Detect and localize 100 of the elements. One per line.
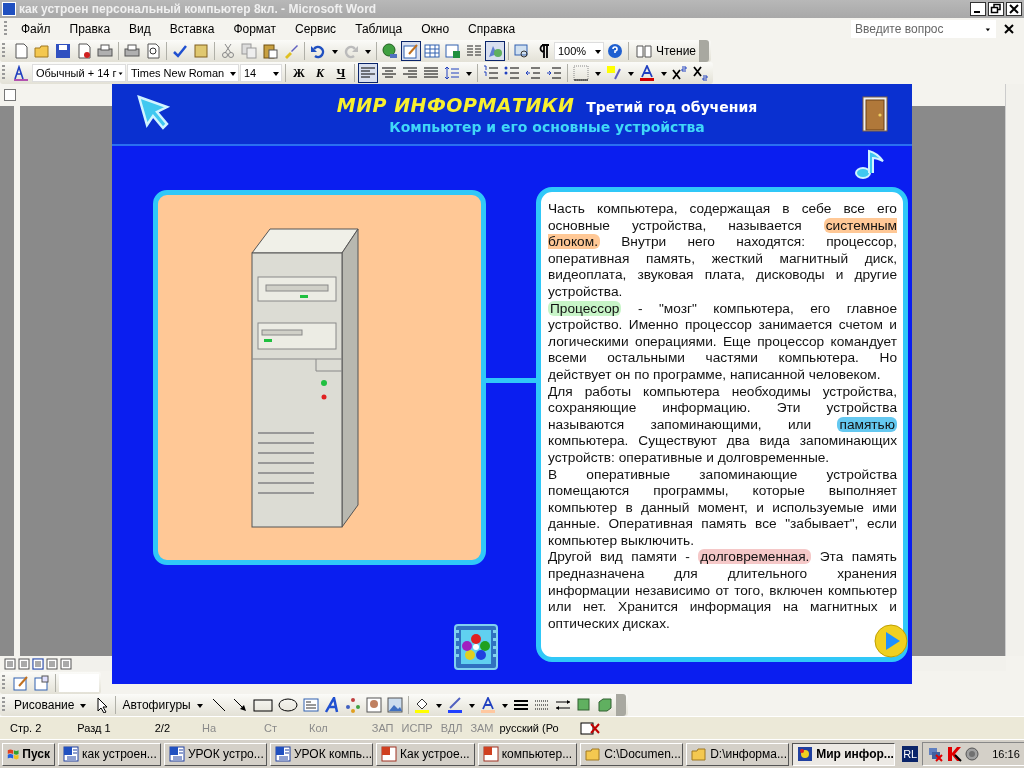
status-text: русский (Ро: [499, 722, 559, 734]
caret-icon[interactable]: [364, 48, 371, 54]
paragraph: Другой вид памяти - долговременная. Эта память предназначена для длительного хранения информации независимо от того, включен компьютер или нет. Хранится информация на магнитных и оптических дисках.: [548, 549, 897, 633]
menu-item[interactable]: Вид: [120, 22, 160, 36]
menu-item[interactable]: Вставка: [160, 22, 224, 36]
document-icon: [275, 746, 291, 762]
taskbar-button[interactable]: компьютер...: [477, 742, 578, 766]
caret-icon[interactable]: [331, 48, 338, 54]
taskbar-button[interactable]: Как устрое...: [376, 742, 475, 766]
taskbar-button[interactable]: как устроен...: [58, 742, 161, 766]
caret-icon: [79, 702, 87, 708]
paragraph: В оперативные запоминающие устройства помещаются программы, которые выполняет компьютер в данный момент, и используемые ими данные. Оперативная память все "забывает", если компьютер выключить.: [548, 466, 897, 550]
restore-icon[interactable]: [988, 2, 1004, 16]
drawing-menu-button[interactable]: Рисование: [11, 698, 92, 712]
paragraph: Процессор - "мозг" компьютера, его главное устройство. Именно процессор занимается счетом и логическими операциями. Еще процессор командует всеми остальными частями компьютера. Но действует он по программе, написанной человеком.: [548, 300, 897, 384]
taskbar-button[interactable]: D:\информа...: [686, 742, 790, 766]
caret-icon[interactable]: [465, 70, 472, 76]
play-button-icon[interactable]: [874, 624, 908, 658]
caret-icon[interactable]: [467, 702, 475, 708]
paste-icon[interactable]: [260, 41, 280, 61]
reading-button[interactable]: Чтение: [632, 41, 699, 61]
font-color-icon[interactable]: [637, 63, 657, 83]
hyperlink-icon[interactable]: [380, 41, 400, 61]
spelling-status-icon[interactable]: [578, 720, 601, 736]
line-style-field[interactable]: [59, 674, 99, 692]
bold-button[interactable]: Ж: [289, 65, 309, 81]
status-text: Кол: [309, 722, 328, 734]
status-text: 2/2: [154, 722, 170, 734]
taskbar-button[interactable]: Мир инфор...: [792, 742, 896, 766]
paragraph: Часть компьютера, содержащая в себе все его основные устройства, называется системным блоком. Внутри него находятся: процессор, оперативная память, жесткий магнитный диск, видеоплата, звуковая плата, дисководы и другие устройства.: [548, 201, 897, 301]
help-icon[interactable]: [605, 41, 625, 61]
menu-item[interactable]: Правка: [60, 22, 120, 36]
menu-item[interactable]: Справка: [459, 22, 525, 36]
eraser-icon[interactable]: [32, 673, 52, 693]
slide-subtitle: Третий год обучения: [586, 98, 758, 115]
italic-button[interactable]: К: [310, 65, 330, 81]
presentation-icon: [381, 746, 397, 762]
clipart-icon[interactable]: [363, 695, 384, 715]
network-icon[interactable]: [927, 746, 944, 762]
caret-icon[interactable]: [660, 70, 667, 76]
close-icon[interactable]: [1006, 2, 1022, 16]
font-size-dropdown[interactable]: 14: [240, 64, 282, 82]
status-text: На: [202, 722, 217, 734]
slide-topic: Компьютер и его основные устройства: [389, 118, 705, 135]
caret-icon[interactable]: [594, 48, 601, 54]
caret-icon[interactable]: [229, 70, 236, 76]
caret-icon[interactable]: [500, 702, 508, 708]
taskbar-button[interactable]: УРОК компь...: [270, 742, 373, 766]
speaker-icon[interactable]: [965, 746, 982, 762]
word-icon: [2, 2, 16, 16]
save-icon[interactable]: [53, 41, 73, 61]
taskbar-button[interactable]: C:\Documen...: [580, 742, 684, 766]
autoshapes-menu-button[interactable]: Автофигуры: [119, 698, 208, 712]
caret-icon[interactable]: [594, 70, 601, 76]
picture-icon[interactable]: [384, 695, 405, 715]
caret-icon[interactable]: [272, 70, 279, 76]
status-text: Разд 1: [77, 722, 111, 734]
tab-stop-selector[interactable]: [4, 89, 16, 101]
caret-icon: [195, 702, 203, 708]
caret-icon[interactable]: [118, 70, 123, 76]
menu-item[interactable]: Таблица: [346, 22, 412, 36]
status-text: ИСПР: [401, 722, 433, 734]
caret-icon[interactable]: [627, 70, 634, 76]
status-text: Стр. 2: [10, 722, 42, 734]
menu-item[interactable]: Окно: [412, 22, 459, 36]
document-icon: [169, 746, 185, 762]
caret-icon[interactable]: [985, 26, 990, 32]
taskbar-button[interactable]: УРОК устро...: [164, 742, 267, 766]
start-button[interactable]: Пуск: [2, 742, 55, 766]
presentation-icon: [482, 746, 499, 762]
menu-item[interactable]: Сервис: [286, 22, 346, 36]
application-icon: [797, 746, 814, 762]
caret-icon[interactable]: [434, 702, 442, 708]
close-icon[interactable]: [1004, 24, 1014, 34]
spreadsheet-icon[interactable]: [443, 41, 463, 61]
windows-logo-icon: [7, 747, 20, 761]
styles-icon[interactable]: [11, 63, 31, 83]
antivirus-icon[interactable]: [946, 746, 963, 762]
border-icon[interactable]: [571, 63, 591, 83]
style-dropdown[interactable]: Обычный + 14 г: [32, 64, 126, 82]
align-left-icon[interactable]: [358, 63, 378, 83]
menu-item[interactable]: Формат: [224, 22, 286, 36]
minimize-icon[interactable]: [970, 2, 986, 16]
font-dropdown[interactable]: Times New Roman: [127, 64, 239, 82]
clock: 16:16: [992, 748, 1020, 760]
drawing-icon[interactable]: [485, 41, 505, 61]
door-icon[interactable]: [862, 96, 888, 132]
status-text: ВДЛ: [440, 722, 463, 734]
table-icon[interactable]: [422, 41, 442, 61]
status-text: ЗАМ: [470, 722, 494, 734]
menu-item[interactable]: Файл: [12, 22, 60, 36]
flower-film-icon[interactable]: [454, 624, 498, 670]
help-search-field[interactable]: Введите вопрос: [851, 20, 996, 38]
folder-icon: [691, 746, 708, 762]
tables-borders-icon[interactable]: [401, 41, 421, 61]
underline-button[interactable]: Ч: [331, 65, 351, 81]
zoom-dropdown[interactable]: 100%: [554, 42, 604, 60]
status-text: ЗАП: [371, 722, 394, 734]
language-indicator[interactable]: RL: [902, 746, 919, 762]
oval-icon[interactable]: [275, 695, 300, 715]
